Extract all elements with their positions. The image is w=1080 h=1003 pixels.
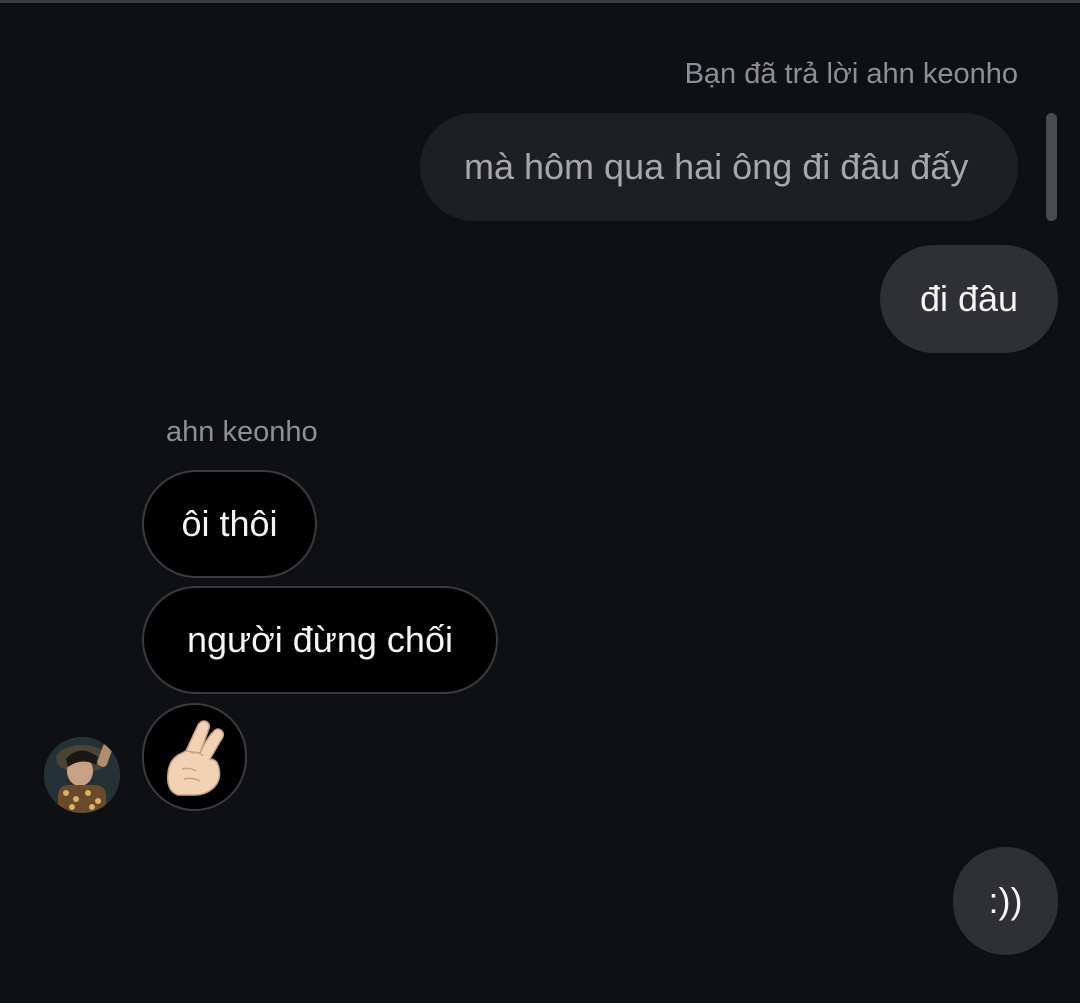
finger-heart-icon: [166, 720, 224, 796]
sent-message-text: :)): [988, 880, 1023, 921]
reply-caption: Bạn đã trả lời ahn keonho: [684, 58, 1018, 90]
avatar[interactable]: [44, 737, 120, 813]
received-message-text: ôi thôi: [181, 503, 278, 544]
scrollbar[interactable]: [1046, 113, 1057, 221]
received-emoji-bubble[interactable]: [142, 703, 247, 811]
avatar-photo: [44, 737, 120, 813]
sender-name: ahn keonho: [166, 416, 318, 448]
sent-message-text: đi đâu: [919, 278, 1019, 319]
sent-message-bubble[interactable]: :)): [953, 847, 1058, 955]
received-message-bubble[interactable]: người đừng chối: [142, 586, 498, 694]
received-message-bubble[interactable]: ôi thôi: [142, 470, 317, 578]
quoted-message-text: mà hôm qua hai ông đi đâu đấy: [464, 146, 969, 187]
received-message-text: người đừng chối: [187, 619, 453, 660]
sent-message-bubble[interactable]: đi đâu: [880, 245, 1058, 353]
quoted-message-bubble[interactable]: mà hôm qua hai ông đi đâu đấy: [420, 113, 1018, 221]
top-divider: [0, 0, 1080, 3]
